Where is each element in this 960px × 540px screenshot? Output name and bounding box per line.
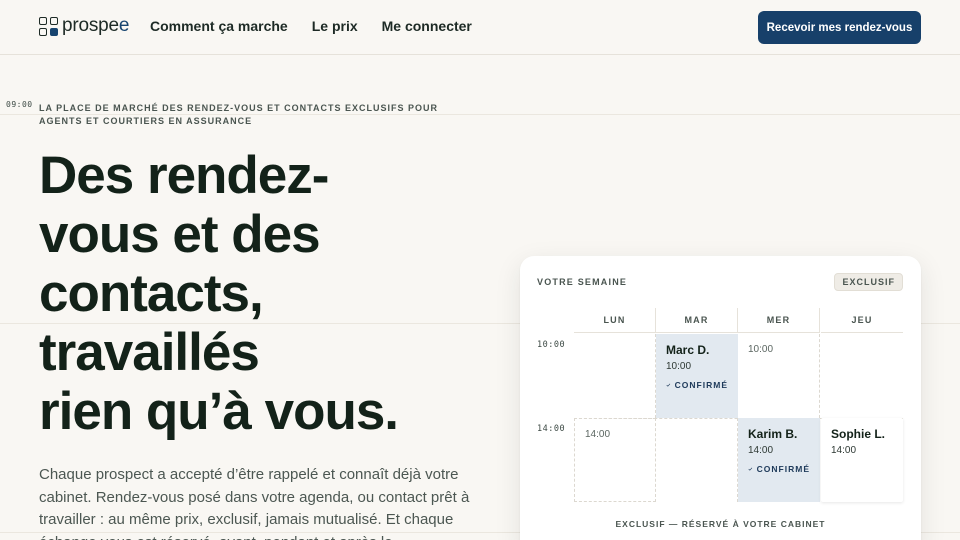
appointment-name: Karim B.	[748, 427, 798, 441]
appointment-card[interactable]: Sophie L. 14:00	[821, 418, 903, 502]
hero-headline: Des rendez- vous et des contacts, travai…	[39, 146, 399, 441]
get-appointments-button[interactable]: Recevoir mes rendez-vous	[758, 11, 921, 44]
check-icon	[666, 383, 671, 387]
logo-text: prospee	[62, 15, 130, 36]
day-header-mon: LUN	[574, 308, 656, 333]
row-time-label: 10:00	[537, 340, 566, 350]
appointment-time: 14:00	[831, 445, 857, 456]
appointment-status: CONFIRMÉ	[666, 380, 728, 390]
appointment-time: 14:00	[748, 445, 774, 456]
nav-link-pricing[interactable]: Le prix	[312, 18, 358, 34]
day-header-thu: JEU	[821, 308, 903, 333]
hero-lead: Chaque prospect a accepté d’être rappelé…	[39, 466, 470, 540]
hero-eyebrow: La place de marché des rendez-vous et co…	[39, 103, 439, 126]
row-time-label: 14:00	[537, 424, 566, 434]
day-header-tue: MAR	[656, 308, 738, 333]
calendar-slot[interactable]	[821, 334, 903, 418]
appointment-time: 10:00	[666, 361, 692, 372]
time-marker: 09:00	[6, 100, 33, 109]
page: prospee Comment ça marche Le prix Me con…	[0, 0, 960, 540]
calendar-slot[interactable]	[656, 418, 738, 502]
weekly-calendar-card: VOTRE SEMAINE EXCLUSIF LUN MAR MER JEU 1…	[520, 256, 921, 540]
nav-link-how-it-works[interactable]: Comment ça marche	[150, 18, 288, 34]
calendar-slot[interactable]	[574, 334, 656, 418]
calendar-footer: EXCLUSIF — RÉSERVÉ À VOTRE CABINET	[615, 519, 826, 529]
open-slot-time: 14:00	[585, 429, 611, 440]
day-header-wed: MER	[738, 308, 820, 333]
appointment-status: CONFIRMÉ	[748, 464, 810, 474]
appointment-card[interactable]: Karim B. 14:00 CONFIRMÉ	[738, 418, 820, 502]
calendar-title: VOTRE SEMAINE	[537, 277, 628, 287]
nav-link-login[interactable]: Me connecter	[382, 18, 472, 34]
check-icon	[748, 467, 753, 471]
site-header: prospee Comment ça marche Le prix Me con…	[0, 0, 960, 55]
calendar-grid: LUN MAR MER JEU 10:00 14:00 Marc D. 10:0…	[537, 308, 903, 502]
main-nav: Comment ça marche Le prix Me connecter	[150, 18, 496, 34]
logo-grid-icon	[39, 16, 58, 36]
appointment-name: Marc D.	[666, 343, 710, 357]
appointment-card[interactable]: Marc D. 10:00 CONFIRMÉ	[656, 334, 738, 418]
logo[interactable]: prospee	[39, 16, 129, 36]
open-slot-time: 10:00	[748, 344, 774, 355]
open-slot[interactable]: 14:00	[574, 418, 656, 502]
open-slot[interactable]: 10:00	[738, 334, 820, 418]
appointment-name: Sophie L.	[831, 427, 885, 441]
exclusive-badge: EXCLUSIF	[834, 273, 903, 291]
